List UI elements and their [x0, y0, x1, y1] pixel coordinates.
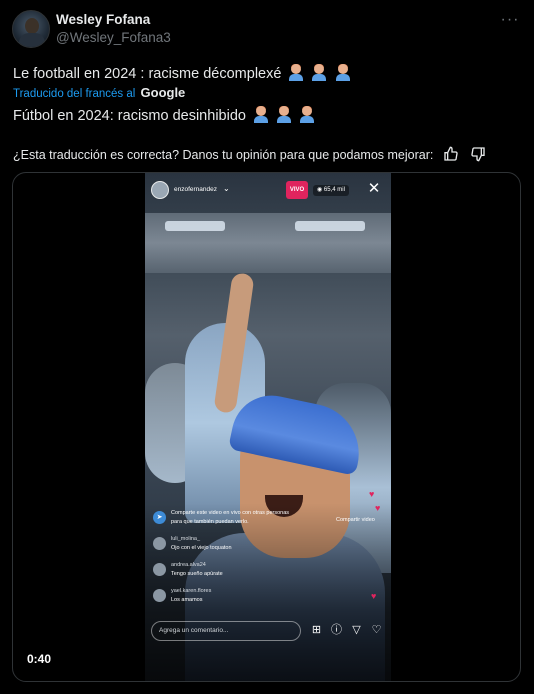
heart-outline-icon: ♡ [371, 624, 382, 636]
video-player[interactable]: enzofernandez ⌄ VIVO ◉ 65,4 mil ✕ ➤ Comp… [12, 172, 521, 682]
heart-icon: ♥ [375, 503, 381, 513]
system-comment-text2: para que también puedan verlo. [171, 519, 249, 525]
live-comment: yael.karen.flores Los amamos [153, 587, 383, 613]
tweet-translated-text: Fútbol en 2024: racismo desinhibido [13, 106, 315, 124]
commenter-avatar [153, 563, 166, 576]
facepalm-emoji-icon [288, 64, 304, 81]
live-badge: VIVO [286, 181, 308, 199]
original-text-content: Le football en 2024 : racisme décomplexé [13, 66, 282, 82]
comment-text: Los amamos [171, 597, 203, 603]
translation-label[interactable]: Traducido del francés al [13, 88, 135, 100]
commenter-username: yael.karen.flores [171, 588, 212, 594]
feedback-question: ¿Esta traducción es correcta? Danos tu o… [13, 148, 434, 162]
ceiling-light [165, 221, 225, 231]
eye-icon: ◉ [317, 187, 324, 193]
comment-text: Ojo con el viejo toquaton [171, 545, 232, 551]
more-options-icon[interactable]: ··· [500, 12, 520, 30]
facepalm-emoji-icon [335, 64, 351, 81]
google-logo: Google [140, 85, 186, 100]
system-comment-text: Comparte este video en vivo con otras pe… [171, 510, 290, 516]
translation-feedback: ¿Esta traducción es correcta? Danos tu o… [13, 146, 488, 162]
viewer-count-value: 65,4 mil [323, 187, 345, 193]
close-icon: ✕ [367, 180, 381, 197]
instagram-live-bottombar: Agrega un comentario... ⊞ ⓘ ▽ ♡ [151, 621, 387, 643]
share-arrow-icon: ➤ [153, 511, 166, 524]
tweet-header: Wesley Fofana @Wesley_Fofana3 ··· [12, 10, 522, 50]
commenter-username: andrea.alva24 [171, 562, 206, 568]
system-comment: ➤ Comparte este video en vivo con otras … [153, 509, 383, 535]
comment-input: Agrega un comentario... [151, 621, 301, 641]
heart-icon: ♥ [369, 489, 375, 499]
share-video-cta: Compartir video [336, 517, 375, 523]
video-frame: enzofernandez ⌄ VIVO ◉ 65,4 mil ✕ ➤ Comp… [145, 173, 391, 681]
add-guest-icon: ⊞ [311, 624, 322, 636]
author-display-name[interactable]: Wesley Fofana [56, 12, 150, 27]
facepalm-emoji-icon [299, 106, 315, 123]
avatar-body-shape [19, 33, 45, 47]
instagram-live-topbar: enzofernandez ⌄ VIVO ◉ 65,4 mil ✕ [151, 181, 385, 205]
commenter-avatar [153, 589, 166, 602]
tweet-original-text: Le football en 2024 : racisme décomplexé [13, 64, 351, 82]
translated-text-content: Fútbol en 2024: racismo desinhibido [13, 108, 246, 124]
facepalm-emoji-icon [311, 64, 327, 81]
translation-attribution[interactable]: Traducido del francés al Google [13, 85, 185, 100]
thumbs-down-icon[interactable] [470, 146, 488, 162]
viewer-count: ◉ 65,4 mil [313, 185, 349, 196]
commenter-avatar [153, 537, 166, 550]
heart-icon: ♥ [371, 591, 377, 601]
facepalm-emoji-icon [276, 106, 292, 123]
ceiling-light [295, 221, 365, 231]
author-avatar[interactable] [12, 10, 50, 48]
author-handle[interactable]: @Wesley_Fofana3 [56, 30, 171, 45]
chevron-down-icon: ⌄ [223, 184, 230, 193]
video-timestamp: 0:40 [27, 652, 52, 666]
commenter-username: luli_molina_ [171, 536, 201, 542]
streamer-avatar [151, 181, 169, 199]
live-comment: andrea.alva24 Tengo sueño apúrate [153, 561, 383, 587]
facepalm-emoji-icon [253, 106, 269, 123]
question-icon: ⓘ [331, 624, 342, 636]
send-icon: ▽ [352, 624, 361, 636]
avatar-head-shape [25, 18, 39, 34]
comment-text: Tengo sueño apúrate [171, 571, 223, 577]
streamer-username: enzofernandez [174, 186, 218, 193]
thumbs-up-icon[interactable] [443, 146, 461, 162]
live-comment: luli_molina_ Ojo con el viejo toquaton [153, 535, 383, 561]
